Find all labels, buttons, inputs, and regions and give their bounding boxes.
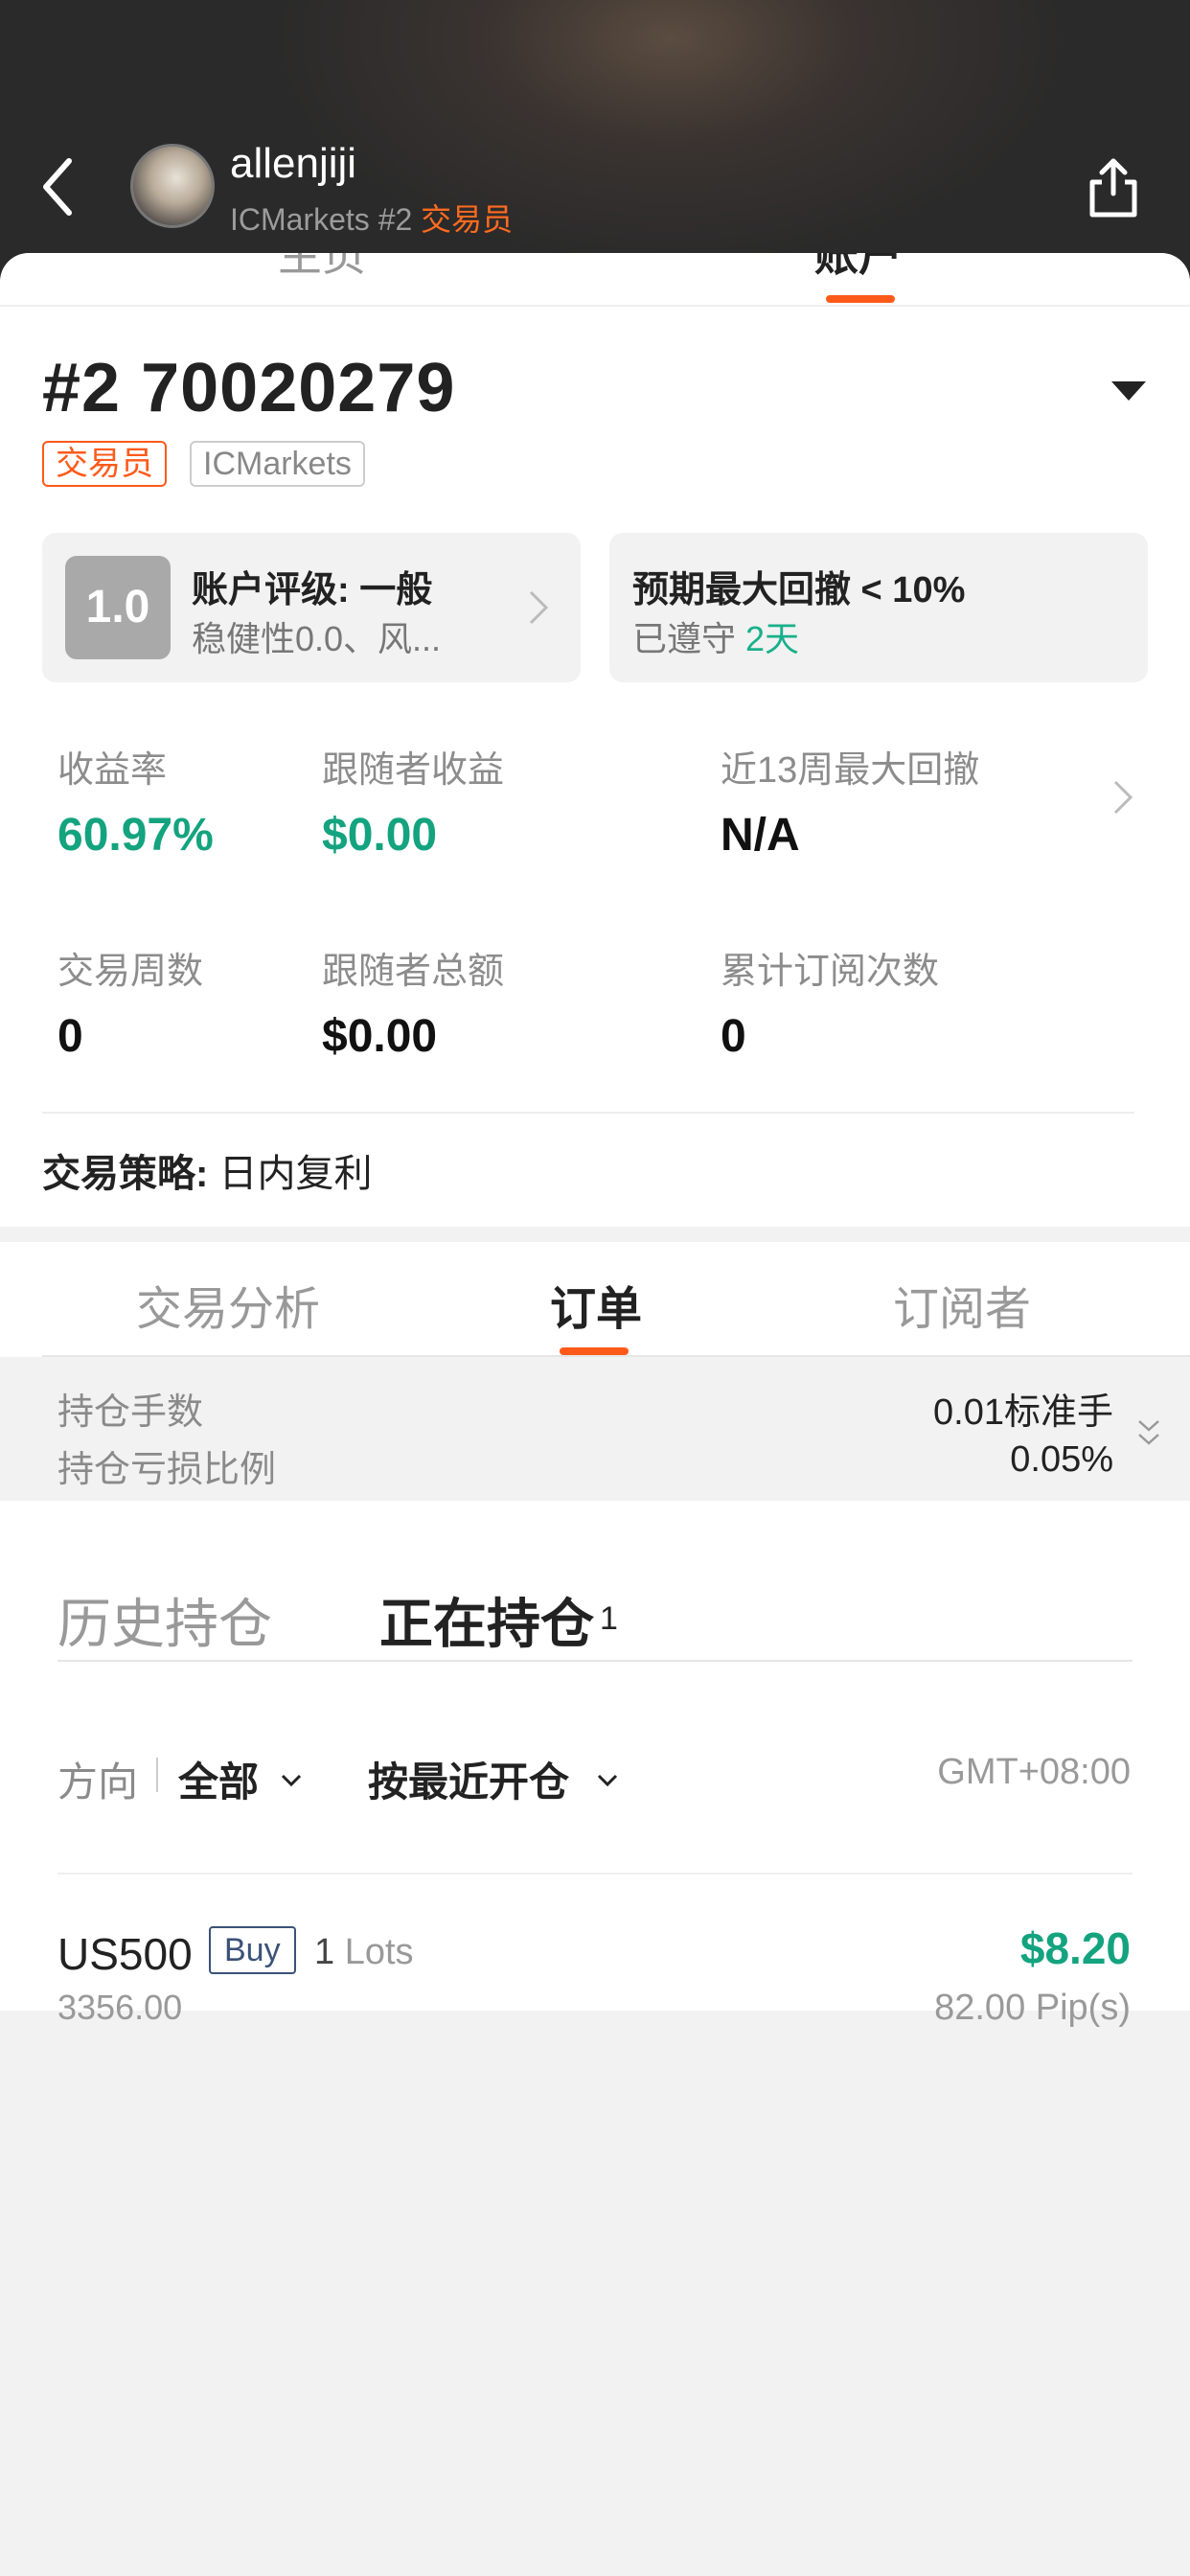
avatar[interactable]: [130, 144, 215, 228]
timezone: GMT+08:00: [937, 1752, 1131, 1792]
content-tabs: 交易分析 订单 订阅者: [0, 1242, 1190, 1357]
direction-filter[interactable]: 全部: [178, 1750, 259, 1808]
orders-panel: 历史持仓 正在持仓 1 方向 全部 按最近开仓 GMT+08:00 US500 …: [0, 1501, 1190, 2028]
order-side-badge: Buy: [209, 1926, 296, 1974]
username: allenjiji: [230, 140, 357, 187]
chevron-down-icon: [281, 1774, 302, 1787]
order-open-price: 3356.00: [57, 1988, 183, 2027]
lots-label: 持仓手数: [57, 1392, 204, 1433]
tab-trade-analysis[interactable]: 交易分析: [136, 1271, 320, 1338]
broker-rank: ICMarkets #2: [230, 202, 413, 237]
tab-orders[interactable]: 订单: [550, 1271, 642, 1338]
divider: [57, 1660, 1133, 1662]
profile-header: allenjiji ICMarkets #2 交易员: [0, 0, 1190, 288]
share-icon[interactable]: [1083, 153, 1144, 220]
order-pips: 82.00 Pip(s): [934, 1988, 1131, 2028]
max-drawdown-value: N/A: [721, 810, 800, 861]
return-label: 收益率: [57, 750, 168, 791]
divider: [156, 1758, 158, 1792]
drawdown-subtitle: 已遵守 2天: [632, 619, 800, 658]
follower-profit-label: 跟随者收益: [322, 750, 505, 791]
trading-strategy: 交易策略: 日内复利: [42, 1153, 373, 1195]
weeks-value: 0: [57, 1011, 83, 1062]
order-lots: 1 Lots: [314, 1932, 414, 1972]
user-subtitle: ICMarkets #2 交易员: [230, 196, 513, 240]
account-card: 主页 账户 #2 70020279 交易员 ICMarkets 1.0 账户评级…: [0, 253, 1190, 1227]
order-profit: $8.20: [1019, 1923, 1131, 1973]
open-positions-count: 1: [600, 1600, 618, 1637]
role-tag: 交易员: [42, 441, 167, 487]
drawdown-card[interactable]: 预期最大回撤 < 10% 已遵守 2天: [609, 533, 1148, 682]
drawdown-title: 预期最大回撤 < 10%: [632, 570, 966, 610]
divider: [57, 1873, 1133, 1874]
position-summary[interactable]: 持仓手数 0.01标准手 持仓亏损比例 0.05%: [0, 1359, 1190, 1501]
chevron-down-icon: [597, 1774, 618, 1787]
divider: [0, 305, 1190, 307]
subscriptions-value: 0: [721, 1011, 746, 1062]
max-drawdown-label: 近13周最大回撤: [721, 750, 980, 791]
sort-filter[interactable]: 按最近开仓: [368, 1750, 569, 1808]
weeks-label: 交易周数: [57, 952, 204, 992]
follower-total-label: 跟随者总额: [322, 952, 505, 992]
content-sheet: 主页 账户 #2 70020279 交易员 ICMarkets 1.0 账户评级…: [0, 253, 1190, 2476]
tab-history-positions[interactable]: 历史持仓: [57, 1581, 272, 1659]
tab-home[interactable]: 主页: [278, 253, 366, 305]
direction-label: 方向: [57, 1760, 139, 1805]
account-rating-card[interactable]: 1.0 账户评级: 一般 稳健性0.0、风...: [42, 533, 581, 682]
back-arrow-icon[interactable]: [38, 153, 77, 220]
follower-profit-value: $0.00: [322, 810, 438, 861]
subscriptions-label: 累计订阅次数: [721, 952, 940, 992]
rating-subtitle: 稳健性0.0、风...: [192, 619, 442, 658]
user-role: 交易员: [421, 202, 514, 237]
divider: [42, 1112, 1134, 1114]
top-tab-indicator: [826, 295, 895, 303]
tab-open-positions[interactable]: 正在持仓: [379, 1581, 594, 1659]
expand-chevron-icon[interactable]: [1136, 1416, 1161, 1449]
loss-ratio-label: 持仓亏损比例: [57, 1450, 277, 1490]
tab-indicator: [560, 1347, 629, 1355]
loss-ratio-value: 0.05%: [1010, 1439, 1113, 1480]
chevron-right-icon: [529, 590, 549, 625]
return-value: 60.97%: [57, 810, 214, 861]
account-title: #2 70020279: [42, 350, 456, 426]
tab-subscribers[interactable]: 订阅者: [893, 1271, 1031, 1338]
account-dropdown-icon[interactable]: [1111, 381, 1146, 401]
broker-tag: ICMarkets: [190, 441, 365, 487]
rating-score: 1.0: [65, 556, 171, 659]
order-symbol: US500: [57, 1929, 193, 1979]
lots-value: 0.01标准手: [933, 1392, 1113, 1433]
divider: [42, 1355, 1190, 1357]
chevron-right-icon[interactable]: [1111, 778, 1134, 816]
rating-title: 账户评级: 一般: [192, 570, 433, 610]
follower-total-value: $0.00: [322, 1011, 438, 1062]
